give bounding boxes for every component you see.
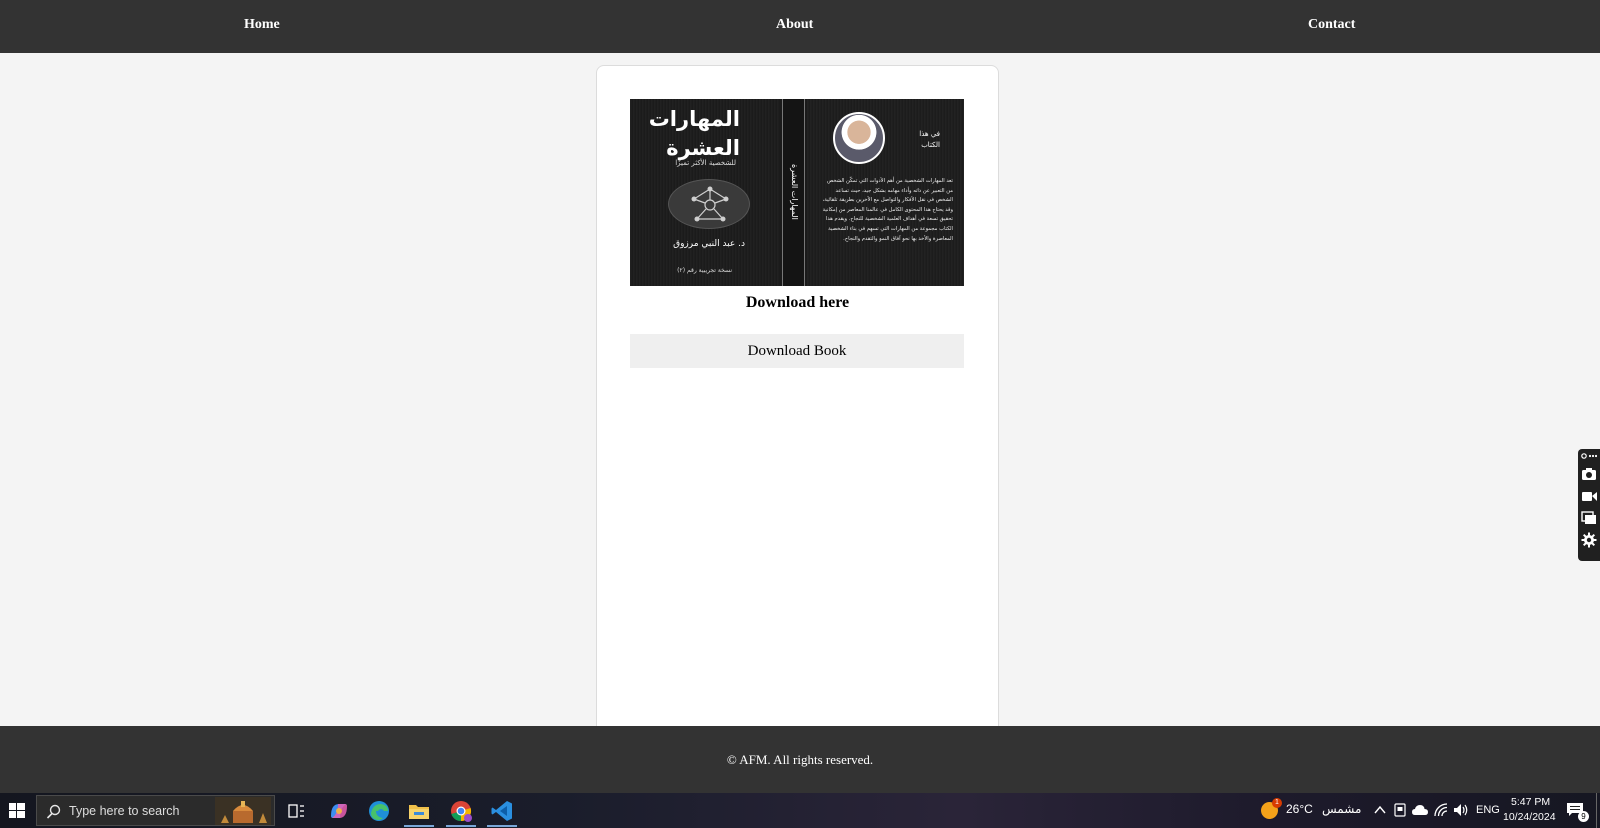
- taskbar-search-box[interactable]: Type here to search: [36, 795, 275, 826]
- gear-icon[interactable]: [1581, 532, 1597, 548]
- book-card: المهارات العشرة للشخصية الأكثر تميزًا د.…: [596, 65, 999, 745]
- camera-icon[interactable]: [1581, 466, 1597, 482]
- spine-title: المهارات العشرة: [790, 164, 799, 220]
- cover-author: د. عبد النبي مرزوق: [673, 239, 745, 249]
- download-heading: Download here: [745, 294, 850, 311]
- active-indicator: [446, 825, 476, 827]
- book-cover-image: المهارات العشرة للشخصية الأكثر تميزًا د.…: [630, 99, 964, 286]
- network-emblem-icon: [668, 179, 750, 229]
- top-nav: Home About Contact: [0, 0, 1600, 53]
- download-book-button[interactable]: Download Book: [630, 334, 964, 368]
- weather-description[interactable]: مشمس: [1322, 802, 1361, 816]
- active-indicator: [487, 825, 517, 827]
- edge-icon[interactable]: [366, 798, 392, 824]
- weather-badge: 1: [1272, 798, 1282, 808]
- nav-contact-link[interactable]: Contact: [1308, 17, 1355, 33]
- cover-spine: المهارات العشرة: [782, 99, 805, 286]
- clock-date[interactable]: 10/24/2024: [1503, 811, 1556, 823]
- language-indicator[interactable]: ENG: [1476, 804, 1500, 816]
- show-desktop-divider[interactable]: [1596, 793, 1597, 828]
- windows-start-icon[interactable]: [0, 793, 34, 828]
- nav-about-link[interactable]: About: [776, 17, 813, 33]
- volume-icon[interactable]: [1453, 803, 1469, 817]
- onedrive-cloud-icon[interactable]: [1412, 804, 1428, 816]
- video-icon[interactable]: [1581, 488, 1597, 504]
- link-dots-icon[interactable]: [1581, 451, 1597, 461]
- floating-side-toolbar: [1578, 449, 1600, 561]
- wifi-icon[interactable]: [1434, 803, 1448, 817]
- weather-temperature[interactable]: 26°C: [1286, 802, 1313, 816]
- chrome-icon[interactable]: [448, 798, 474, 824]
- cover-back: في هذا الكتاب تعد المهارات الشخصية من أه…: [807, 99, 964, 286]
- windows-icon[interactable]: [1581, 510, 1597, 526]
- nav-home-link[interactable]: Home: [244, 17, 280, 33]
- file-explorer-icon[interactable]: [406, 798, 432, 824]
- cover-title: المهارات العشرة: [648, 107, 740, 160]
- footer-copyright: © AFM. All rights reserved.: [726, 752, 874, 767]
- search-highlight-illustration: [215, 797, 271, 825]
- page-footer: © AFM. All rights reserved.: [0, 726, 1600, 793]
- search-icon: [46, 804, 61, 819]
- notification-count-badge: 9: [1578, 811, 1589, 822]
- back-heading: في هذا الكتاب: [919, 130, 940, 149]
- active-indicator: [404, 825, 434, 827]
- vscode-icon[interactable]: [489, 798, 515, 824]
- meet-now-icon[interactable]: [1394, 803, 1406, 817]
- cover-front: المهارات العشرة للشخصية الأكثر تميزًا د.…: [630, 99, 780, 286]
- copilot-icon[interactable]: [326, 798, 352, 824]
- author-photo: [833, 112, 885, 164]
- task-view-icon[interactable]: [283, 798, 309, 824]
- os-taskbar: Type here to search 1 26°C مشمس ENG 5:47…: [0, 793, 1600, 828]
- clock-time[interactable]: 5:47 PM: [1511, 796, 1550, 808]
- back-description: تعد المهارات الشخصية من أهم الأدوات التي…: [822, 178, 953, 242]
- chevron-up-icon[interactable]: [1374, 804, 1386, 816]
- search-placeholder: Type here to search: [69, 804, 180, 818]
- cover-subtitle: للشخصية الأكثر تميزًا: [675, 159, 736, 167]
- cover-edition: نسخة تجريبية رقم (٢): [677, 267, 732, 274]
